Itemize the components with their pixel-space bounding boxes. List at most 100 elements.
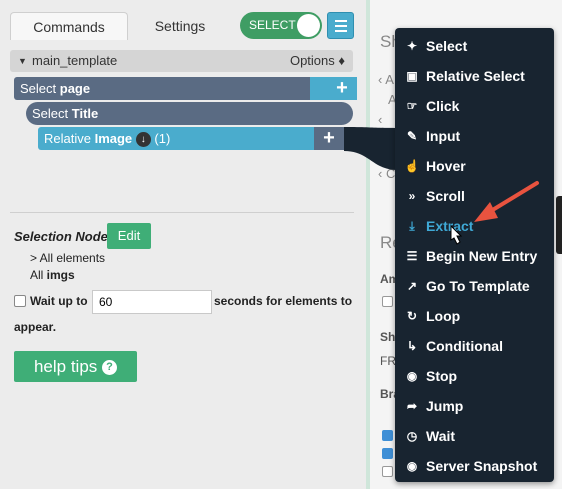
toggle-knob: [297, 14, 320, 37]
all-name: imgs: [46, 268, 75, 282]
add-node-button[interactable]: +: [327, 77, 357, 100]
node-count: (1): [154, 131, 171, 146]
menu-label: Wait: [426, 428, 456, 444]
node-prefix: Select: [20, 81, 60, 96]
menu-item-relative-select[interactable]: ▣ Relative Select: [395, 61, 554, 91]
divider: [10, 212, 354, 213]
menu-label: Jump: [426, 398, 464, 414]
wait-suffix: seconds for elements to: [214, 294, 353, 308]
server-snapshot-icon: ◉: [406, 459, 418, 473]
go-to-template-icon: ↗: [406, 279, 418, 293]
wait-checkbox[interactable]: [14, 295, 26, 307]
relative-select-icon: ▣: [406, 69, 418, 83]
download-icon: ↓: [135, 132, 151, 148]
all-prefix: All: [30, 268, 47, 282]
node-target: page: [59, 81, 91, 96]
menu-item-loop[interactable]: ↻ Loop: [395, 301, 554, 331]
right-checkbox[interactable]: [382, 466, 393, 477]
menu-item-extract[interactable]: ⤓ Extract: [395, 211, 554, 241]
tab-commands[interactable]: Commands: [10, 12, 128, 40]
node-select-page[interactable]: Select page +: [14, 77, 357, 100]
right-checkbox[interactable]: [382, 430, 393, 441]
tab-settings[interactable]: Settings: [132, 12, 228, 40]
hamburger-icon: [335, 20, 347, 22]
right-line: FR: [380, 354, 396, 368]
caret-down-icon[interactable]: ▼: [18, 50, 27, 72]
edit-button[interactable]: Edit: [107, 223, 151, 249]
menu-item-wait[interactable]: ◷ Wait: [395, 421, 554, 451]
wait-label: Wait up to: [30, 294, 88, 308]
menu-item-click[interactable]: ☞ Click: [395, 91, 554, 121]
stop-icon: ◉: [406, 369, 418, 383]
select-toggle-label: SELECT: [249, 18, 296, 32]
menu-label: Hover: [426, 158, 466, 174]
menu-item-go-to-template[interactable]: ↗ Go To Template: [395, 271, 554, 301]
menu-item-jump[interactable]: ➦ Jump: [395, 391, 554, 421]
wait-icon: ◷: [406, 429, 418, 443]
right-line: ‹ C: [378, 166, 396, 181]
begin-new-entry-icon: ☰: [406, 249, 418, 263]
menu-label: Click: [426, 98, 460, 114]
menu-item-hover[interactable]: ☝ Hover: [395, 151, 554, 181]
loop-icon: ↻: [406, 309, 418, 323]
menu-label: Select: [426, 38, 468, 54]
menu-label: Loop: [426, 308, 461, 324]
menu-button[interactable]: [327, 12, 354, 39]
menu-item-select[interactable]: ✦ Select: [395, 31, 554, 61]
add-node-button[interactable]: +: [314, 127, 344, 150]
right-line: ‹ A: [378, 72, 394, 87]
conditional-icon: ↳: [406, 339, 418, 353]
select-toggle[interactable]: SELECT: [240, 12, 322, 39]
template-bar[interactable]: ▼ main_template Options ♦: [10, 50, 353, 72]
right-line: ‹: [378, 112, 383, 127]
menu-label: Conditional: [426, 338, 503, 354]
wait-seconds-input[interactable]: [92, 290, 212, 314]
menu-item-stop[interactable]: ◉ Stop: [395, 361, 554, 391]
wait-suffix-2: appear.: [14, 320, 57, 334]
node-select-title[interactable]: Select Title: [26, 102, 353, 125]
select-icon: ✦: [406, 39, 418, 53]
all-imgs-text: All imgs: [30, 268, 75, 282]
right-checkbox[interactable]: [382, 296, 393, 307]
menu-item-scroll[interactable]: » Scroll: [395, 181, 554, 211]
command-menu: ✦ Select ▣ Relative Select ☞ Click ✎ Inp…: [395, 28, 554, 482]
template-name: main_template: [32, 53, 118, 68]
left-panel: Commands Settings SELECT ▼ main_template…: [0, 0, 366, 489]
menu-label: Extract: [426, 218, 474, 234]
right-checkbox[interactable]: [382, 448, 393, 459]
node-target: Image: [94, 131, 133, 146]
selection-node-label: Selection Node:: [14, 229, 113, 244]
wait-row: Wait up to seconds for elements to: [14, 290, 359, 314]
node-prefix: Select: [32, 106, 72, 121]
hamburger-icon-line-2: [335, 25, 347, 27]
menu-label: Stop: [426, 368, 458, 384]
hover-icon: ☝: [404, 159, 420, 173]
jump-icon: ➦: [406, 399, 418, 413]
node-relative-image[interactable]: Relative Image ↓ (1) +: [38, 127, 344, 150]
all-elements-text: > All elements: [30, 251, 106, 265]
node-prefix: Relative: [44, 131, 95, 146]
menu-label: Input: [426, 128, 461, 144]
menu-label: Begin New Entry: [426, 248, 538, 264]
menu-label: Scroll: [426, 188, 465, 204]
options-dropdown[interactable]: Options ♦: [290, 50, 345, 72]
menu-item-conditional[interactable]: ↳ Conditional: [395, 331, 554, 361]
menu-label: Relative Select: [426, 68, 525, 84]
right-label: Sh: [380, 330, 396, 344]
menu-item-server-snapshot[interactable]: ◉ Server Snapshot: [395, 451, 554, 481]
menu-label: Go To Template: [426, 278, 530, 294]
input-icon: ✎: [406, 129, 418, 143]
help-tips-button[interactable]: help tips ?: [14, 351, 137, 382]
extract-icon: ⤓: [409, 219, 415, 233]
question-icon: ?: [102, 360, 118, 376]
scroll-icon: »: [408, 189, 416, 203]
help-tips-label: help tips: [33, 357, 98, 376]
hamburger-icon-line-3: [335, 30, 347, 32]
menu-item-input[interactable]: ✎ Input: [395, 121, 554, 151]
node-label: Select page: [20, 81, 90, 96]
menu-label: Server Snapshot: [426, 458, 538, 474]
click-icon: ☞: [406, 99, 418, 113]
side-tab[interactable]: [556, 196, 562, 254]
node-target: Title: [71, 106, 99, 121]
menu-item-begin-new-entry[interactable]: ☰ Begin New Entry: [395, 241, 554, 271]
